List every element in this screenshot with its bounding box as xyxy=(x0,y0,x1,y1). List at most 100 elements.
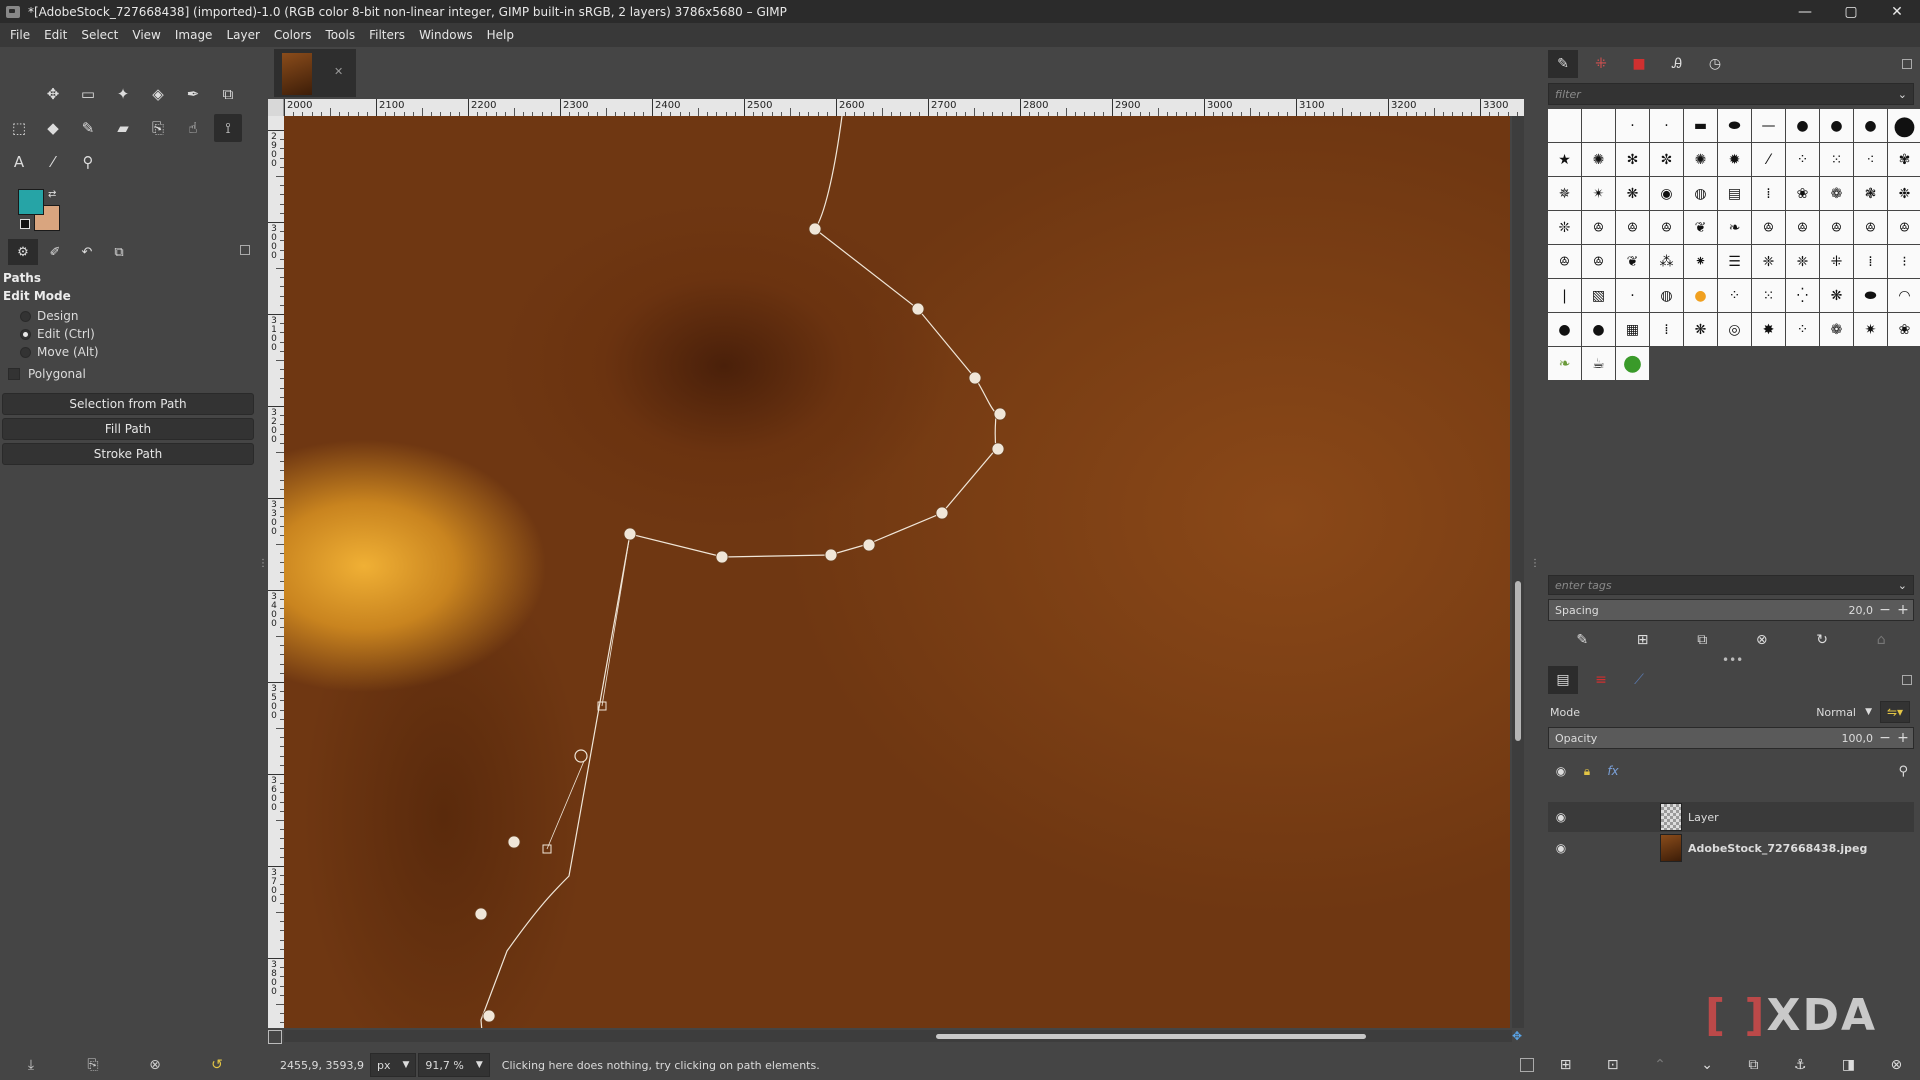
horizontal-ruler[interactable]: 2000 2100 2200 2300 2400 2500 2600 2700 2800 2900… xyxy=(284,99,1524,116)
brush-item[interactable]: ❀ xyxy=(1786,177,1819,210)
move-tool-icon[interactable]: ✥ xyxy=(39,80,67,108)
new-layer-icon[interactable]: ⊞ xyxy=(1560,1057,1572,1073)
lower-layer-icon[interactable]: ⌄ xyxy=(1701,1057,1713,1073)
clone-tool-icon[interactable]: ⎘ xyxy=(144,114,172,142)
brush-item[interactable]: ⁘ xyxy=(1786,313,1819,346)
radio-design[interactable] xyxy=(20,310,31,322)
polygonal-option[interactable]: Polygonal xyxy=(0,363,258,385)
path-anchor[interactable] xyxy=(968,371,982,385)
opacity-increase-icon[interactable]: + xyxy=(1895,730,1911,746)
brush-item[interactable]: ꔮ xyxy=(1752,211,1785,244)
path-anchor[interactable] xyxy=(808,222,822,236)
tab-dynamics-icon[interactable]: ⁜ xyxy=(1586,50,1616,78)
menu-view[interactable]: View xyxy=(125,28,167,42)
mode-move-option[interactable]: Move (Alt) xyxy=(0,343,258,361)
brush-item[interactable]: ⁞ xyxy=(1650,313,1683,346)
vertical-ruler[interactable]: 2900 3000 3100 3200 3300 3400 3500 3600 3700 3800 xyxy=(268,116,284,1028)
path-anchor[interactable] xyxy=(993,407,1007,421)
menu-edit[interactable]: Edit xyxy=(37,28,74,42)
brush-item[interactable]: ▤ xyxy=(1718,177,1751,210)
brush-item[interactable]: ☕ xyxy=(1582,347,1615,380)
brush-item[interactable]: · xyxy=(1650,109,1683,142)
duplicate-layer-icon[interactable]: ⧉ xyxy=(1748,1057,1758,1073)
fill-path-button[interactable]: Fill Path xyxy=(2,418,254,440)
brush-item[interactable]: ✷ xyxy=(1854,313,1887,346)
image-tab-close-icon[interactable]: ✕ xyxy=(334,65,343,78)
brush-item[interactable]: ◍ xyxy=(1684,177,1717,210)
menu-file[interactable]: File xyxy=(3,28,37,42)
tab-undo-history-icon[interactable]: ↶ xyxy=(72,239,102,265)
brush-item[interactable]: ✺ xyxy=(1684,143,1717,176)
search-icon[interactable]: ⚲ xyxy=(1898,764,1908,779)
dock-menu-icon[interactable] xyxy=(1902,59,1912,69)
path-anchor[interactable] xyxy=(935,506,949,520)
transform-tool-icon[interactable]: ⬚ xyxy=(5,114,33,142)
menu-colors[interactable]: Colors xyxy=(267,28,319,42)
brush-item[interactable]: ꔮ xyxy=(1616,211,1649,244)
brush-item[interactable]: ⁜ xyxy=(1820,245,1853,278)
path-anchor[interactable] xyxy=(824,548,838,562)
brush-item[interactable]: ❁ xyxy=(1820,177,1853,210)
reset-colors-icon[interactable] xyxy=(20,219,30,229)
brush-item[interactable]: ● xyxy=(1582,313,1615,346)
brush-item[interactable]: ꔮ xyxy=(1548,245,1581,278)
tab-document-history-icon[interactable]: ◷ xyxy=(1700,50,1730,78)
tab-device-status-icon[interactable]: ✐ xyxy=(40,239,70,265)
add-mask-icon[interactable]: ◨ xyxy=(1842,1057,1855,1073)
rect-select-tool-icon[interactable]: ▭ xyxy=(74,80,102,108)
brush-item[interactable]: ⁞ xyxy=(1854,245,1887,278)
dock-menu-icon[interactable] xyxy=(240,245,250,255)
brush-item[interactable]: ✼ xyxy=(1650,143,1683,176)
brush-item[interactable]: ◍ xyxy=(1650,279,1683,312)
brush-item[interactable]: ❉ xyxy=(1888,177,1920,210)
navigate-icon[interactable]: ✥ xyxy=(1512,1030,1524,1042)
menu-tools[interactable]: Tools xyxy=(319,28,363,42)
delete-layer-icon[interactable]: ⊗ xyxy=(1891,1057,1903,1073)
brush-item[interactable]: ⁘ xyxy=(1786,143,1819,176)
bucket-fill-tool-icon[interactable]: ◆ xyxy=(39,114,67,142)
brush-item[interactable]: ▬ xyxy=(1684,109,1717,142)
menu-filters[interactable]: Filters xyxy=(362,28,412,42)
tab-layers-icon[interactable]: ▤ xyxy=(1548,666,1578,694)
path-anchor[interactable] xyxy=(482,1009,496,1023)
vertical-scroll-thumb[interactable] xyxy=(1515,581,1521,741)
brush-item[interactable]: ꔮ xyxy=(1820,211,1853,244)
paths-select-tool-icon[interactable]: ✒ xyxy=(179,80,207,108)
tab-brushes-icon[interactable]: ✎ xyxy=(1548,50,1578,78)
brush-item[interactable]: ❧ xyxy=(1548,347,1581,380)
brush-item[interactable]: ⁘ xyxy=(1718,279,1751,312)
menu-select[interactable]: Select xyxy=(74,28,125,42)
brush-item[interactable]: ⁙ xyxy=(1820,143,1853,176)
path-anchor[interactable] xyxy=(474,907,488,921)
path-anchor[interactable] xyxy=(991,442,1005,456)
brush-item[interactable]: ● xyxy=(1684,279,1717,312)
brush-item[interactable]: ● xyxy=(1548,313,1581,346)
tab-tool-options-icon[interactable]: ⚙ xyxy=(8,239,38,265)
brush-item[interactable]: ⬬ xyxy=(1854,279,1887,312)
brush-item[interactable]: ⁕ xyxy=(1684,245,1717,278)
tab-channels-icon[interactable]: ≡ xyxy=(1586,666,1616,694)
crop-tool-icon[interactable]: ⧉ xyxy=(214,80,242,108)
brush-item[interactable]: ✹ xyxy=(1718,143,1751,176)
brush-item[interactable]: ❀ xyxy=(1888,313,1920,346)
brush-item[interactable]: ❋ xyxy=(1820,279,1853,312)
brush-item[interactable]: ● xyxy=(1888,109,1920,142)
path-anchor[interactable] xyxy=(507,835,521,849)
foreground-select-tool-icon[interactable]: ◈ xyxy=(144,80,172,108)
brush-item[interactable]: ● xyxy=(1616,347,1649,380)
brush-item[interactable]: ✸ xyxy=(1752,313,1785,346)
spacing-decrease-icon[interactable]: − xyxy=(1877,602,1893,618)
path-anchor[interactable] xyxy=(623,527,637,541)
brush-filter-input[interactable]: filter ⌄ xyxy=(1548,83,1914,105)
radio-move[interactable] xyxy=(20,346,31,358)
brush-item[interactable]: ◉ xyxy=(1650,177,1683,210)
spacing-spinscale[interactable]: Spacing 20,0 − + xyxy=(1548,599,1914,621)
brush-item[interactable]: — xyxy=(1752,109,1785,142)
layer-name[interactable]: AdobeStock_727668438.jpeg xyxy=(1688,842,1867,855)
brush-item[interactable]: ● xyxy=(1820,109,1853,142)
radio-edit[interactable] xyxy=(20,328,31,340)
image-tab[interactable]: ✕ xyxy=(274,49,356,97)
brush-item[interactable]: ⁝ xyxy=(1888,245,1920,278)
mode-value[interactable]: Normal xyxy=(1816,706,1856,719)
pointer-info-icon[interactable] xyxy=(1520,1058,1534,1072)
